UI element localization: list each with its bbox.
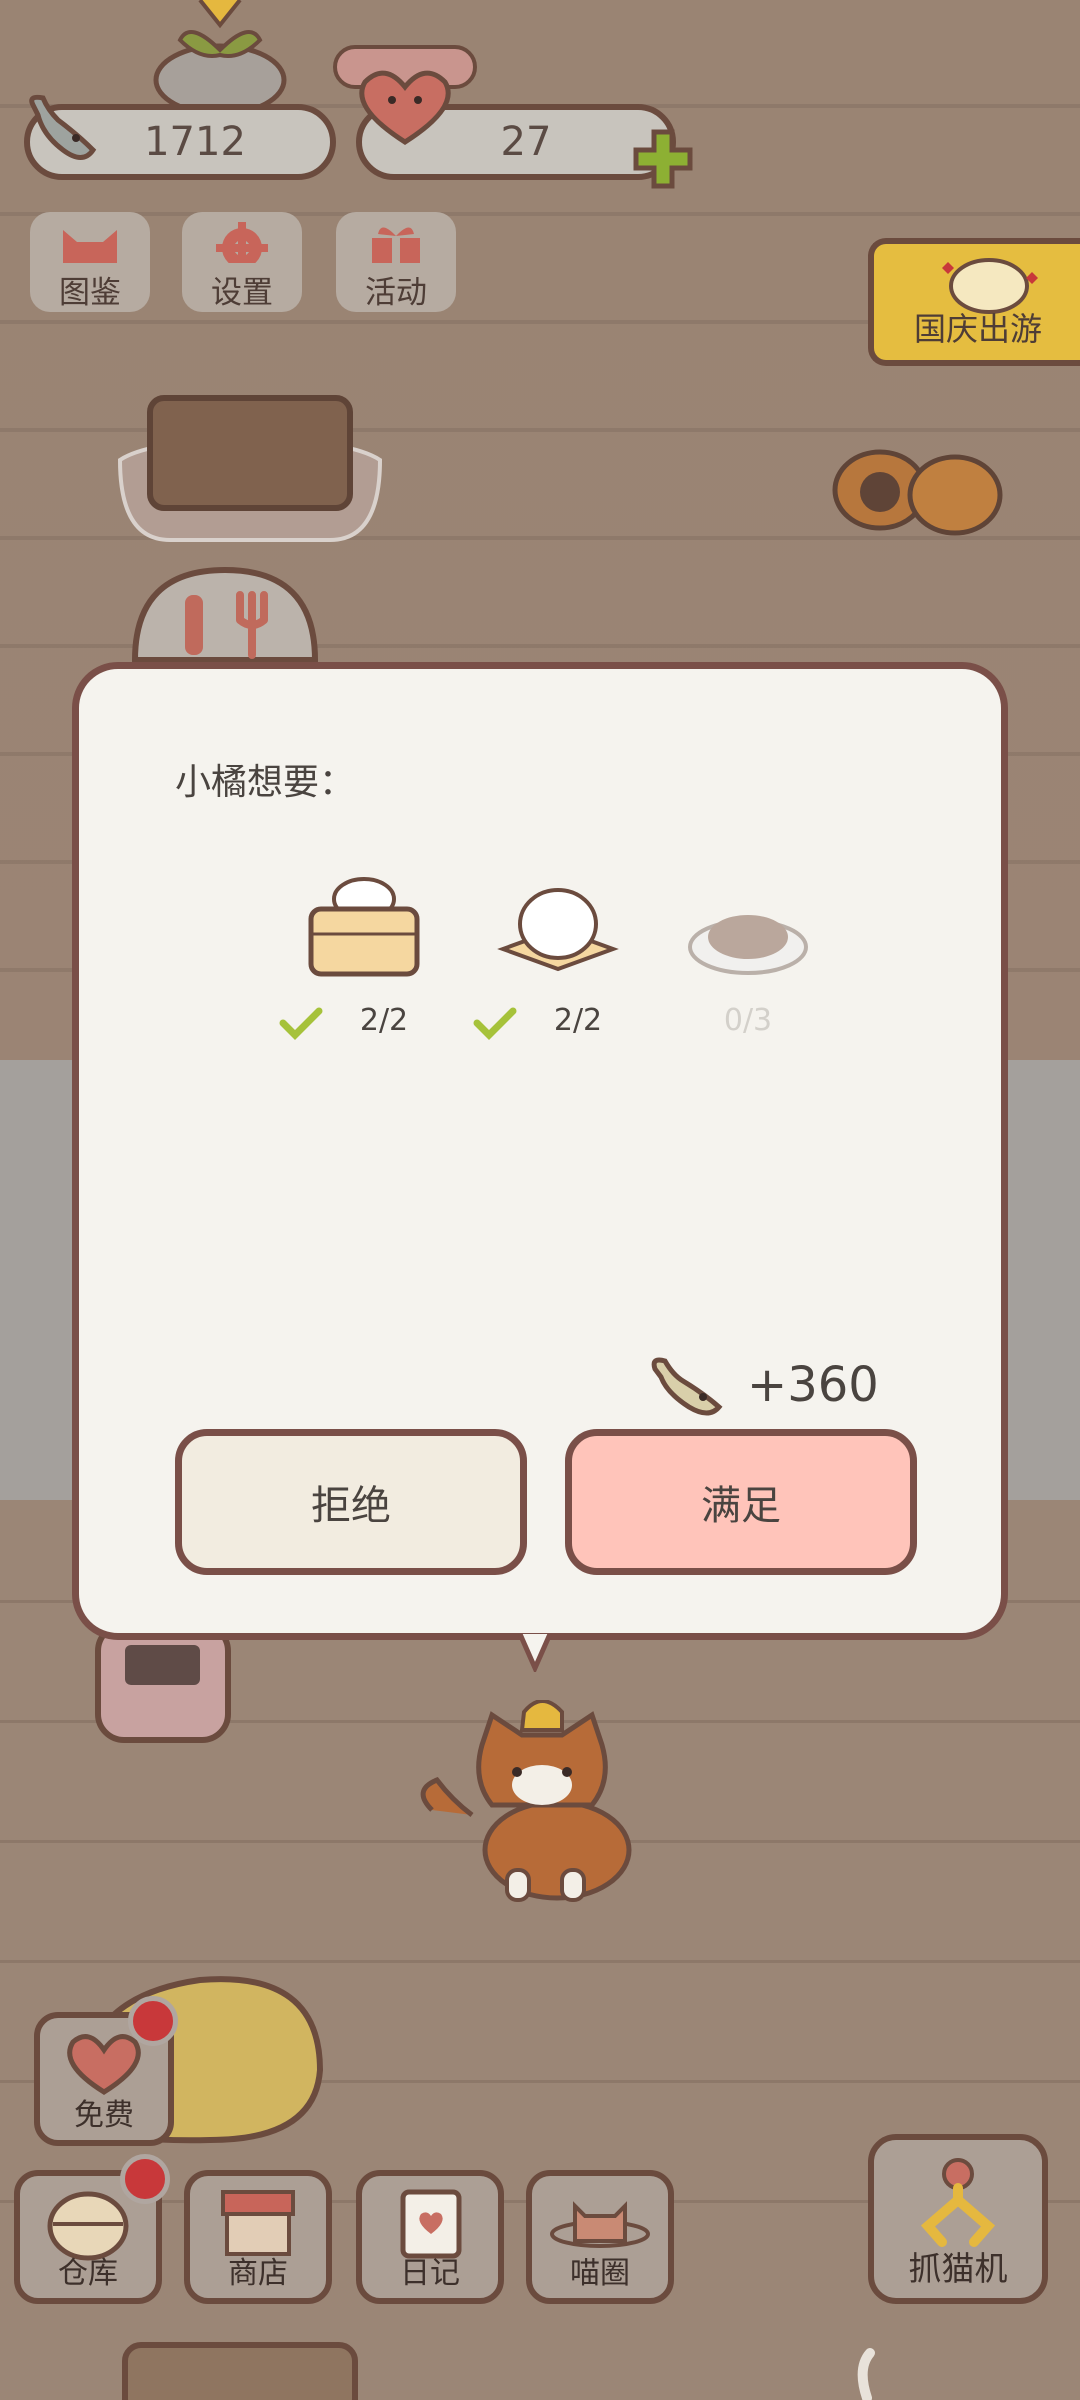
claw-icon	[920, 2158, 996, 2247]
mooncake-icon	[832, 449, 1003, 536]
food-progress: 2/2	[553, 1003, 603, 1038]
claw-machine-button[interactable]: 抓猫机	[868, 2134, 1048, 2304]
national-day-event-banner[interactable]: 国庆出游	[868, 238, 1080, 366]
dialog-tail	[518, 1632, 552, 1672]
notification-badge	[120, 2154, 170, 2204]
event-banner-label: 国庆出游	[914, 310, 1043, 348]
food-progress: 2/2	[359, 1003, 409, 1038]
reject-label: 拒绝	[311, 1483, 391, 1529]
stew-dish-icon	[688, 915, 808, 975]
meow-circle-button[interactable]: 喵圈	[526, 2170, 674, 2304]
food-bowl-sign-icon	[131, 566, 319, 663]
orange-cat-character[interactable]	[412, 1700, 662, 1910]
request-title: 小橘想要：	[175, 762, 356, 803]
fish-reward-icon	[651, 1357, 723, 1416]
cat-tail-icon	[857, 2348, 875, 2400]
menu-settings-button[interactable]: 设置	[182, 212, 302, 312]
fish-currency-icon	[29, 94, 97, 160]
gear-icon	[216, 222, 268, 263]
fish-count: 1712	[144, 119, 246, 165]
cat-face-icon	[63, 230, 117, 263]
shop-button[interactable]: 商店	[184, 2170, 332, 2304]
diary-button[interactable]: 日记	[356, 2170, 504, 2304]
menu-catalog-label: 图鉴	[59, 275, 121, 311]
menu-settings-label: 设置	[211, 275, 273, 311]
cat-bed-icon	[117, 395, 383, 542]
shop-label: 商店	[228, 2256, 288, 2291]
box-top-icon	[122, 2342, 358, 2400]
menu-events-label: 活动	[365, 275, 427, 311]
reject-button[interactable]: 拒绝	[175, 1429, 527, 1575]
diary-label: 日记	[400, 2256, 460, 2291]
cat-request-dialog: 小橘想要： 2/2 2/2 0/3 +360 拒绝 满足	[72, 662, 1008, 1640]
gift-icon	[372, 227, 420, 263]
food-progress: 0/3	[723, 1003, 773, 1038]
food-item-steamed-bun: 2/2	[279, 869, 439, 1040]
plant-pot-icon	[153, 0, 287, 110]
accept-button[interactable]: 满足	[565, 1429, 917, 1575]
accept-label: 满足	[701, 1483, 781, 1529]
heart-currency-icon	[333, 45, 477, 145]
free-label: 免费	[74, 2098, 134, 2133]
add-hearts-button[interactable]	[632, 128, 694, 190]
notification-badge	[128, 1996, 178, 2046]
menu-catalog-button[interactable]: 图鉴	[30, 212, 150, 312]
meow-circle-label: 喵圈	[570, 2256, 630, 2291]
reward-row: +360	[647, 1349, 879, 1421]
heart-count: 27	[500, 119, 552, 165]
steamed-bun-basket-icon	[308, 877, 420, 977]
food-item-rice-cake: 2/2	[473, 869, 633, 1040]
rice-cake-plate-icon	[497, 888, 619, 972]
claw-machine-label: 抓猫机	[908, 2249, 1008, 2288]
food-item-stew: 0/3	[673, 869, 823, 1038]
menu-events-button[interactable]: 活动	[336, 212, 456, 312]
warehouse-label: 仓库	[58, 2256, 118, 2291]
reward-amount: +360	[747, 1357, 879, 1413]
